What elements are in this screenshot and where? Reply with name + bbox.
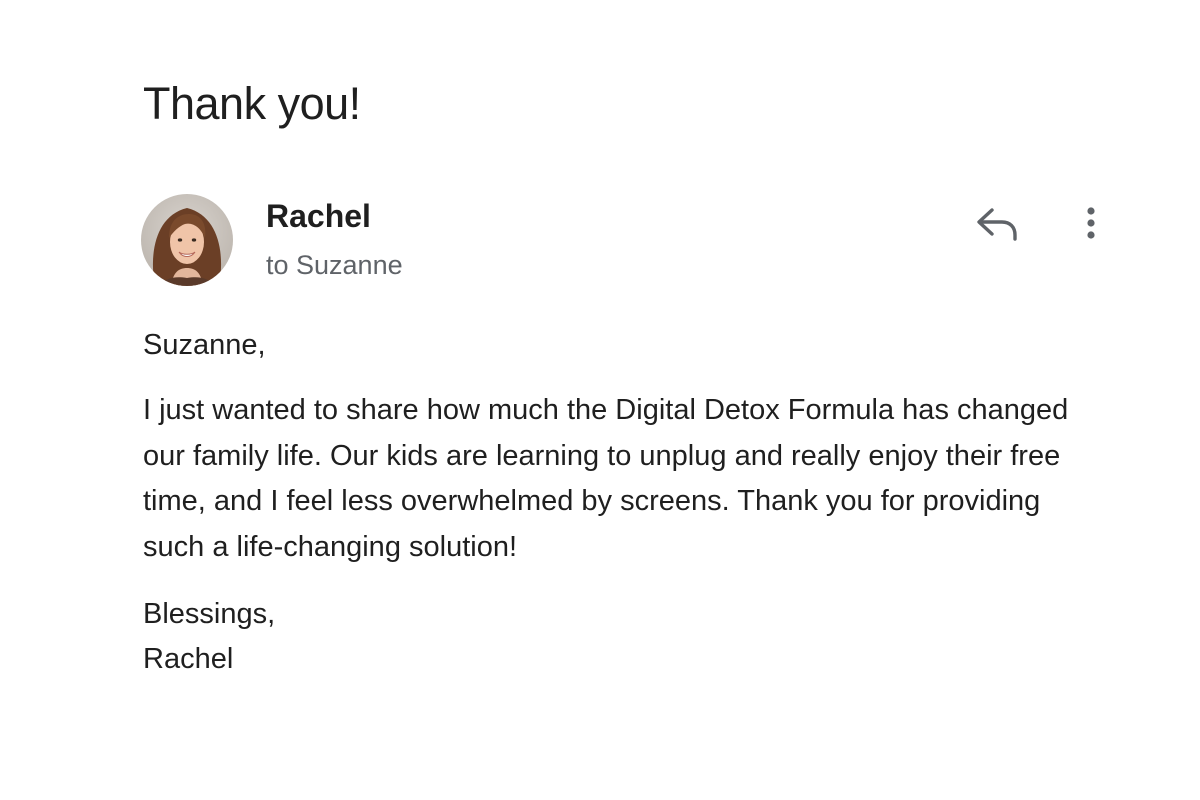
avatar-photo [141, 194, 233, 286]
reply-arrow-icon [977, 208, 1017, 241]
recipient-line[interactable]: to Suzanne [266, 248, 403, 282]
email-signoff: Blessings, [143, 598, 276, 630]
email-signature: Rachel [143, 643, 234, 675]
reply-button[interactable] [970, 202, 1024, 246]
sender-avatar[interactable] [141, 194, 233, 286]
email-body-paragraph: I just wanted to share how much the Digi… [143, 394, 1069, 563]
email-subject: Thank you! [143, 78, 361, 129]
more-options-button[interactable] [1072, 202, 1110, 246]
sender-name[interactable]: Rachel [266, 196, 371, 236]
email-greeting: Suzanne, [143, 329, 266, 361]
more-vert-icon [1087, 207, 1095, 239]
